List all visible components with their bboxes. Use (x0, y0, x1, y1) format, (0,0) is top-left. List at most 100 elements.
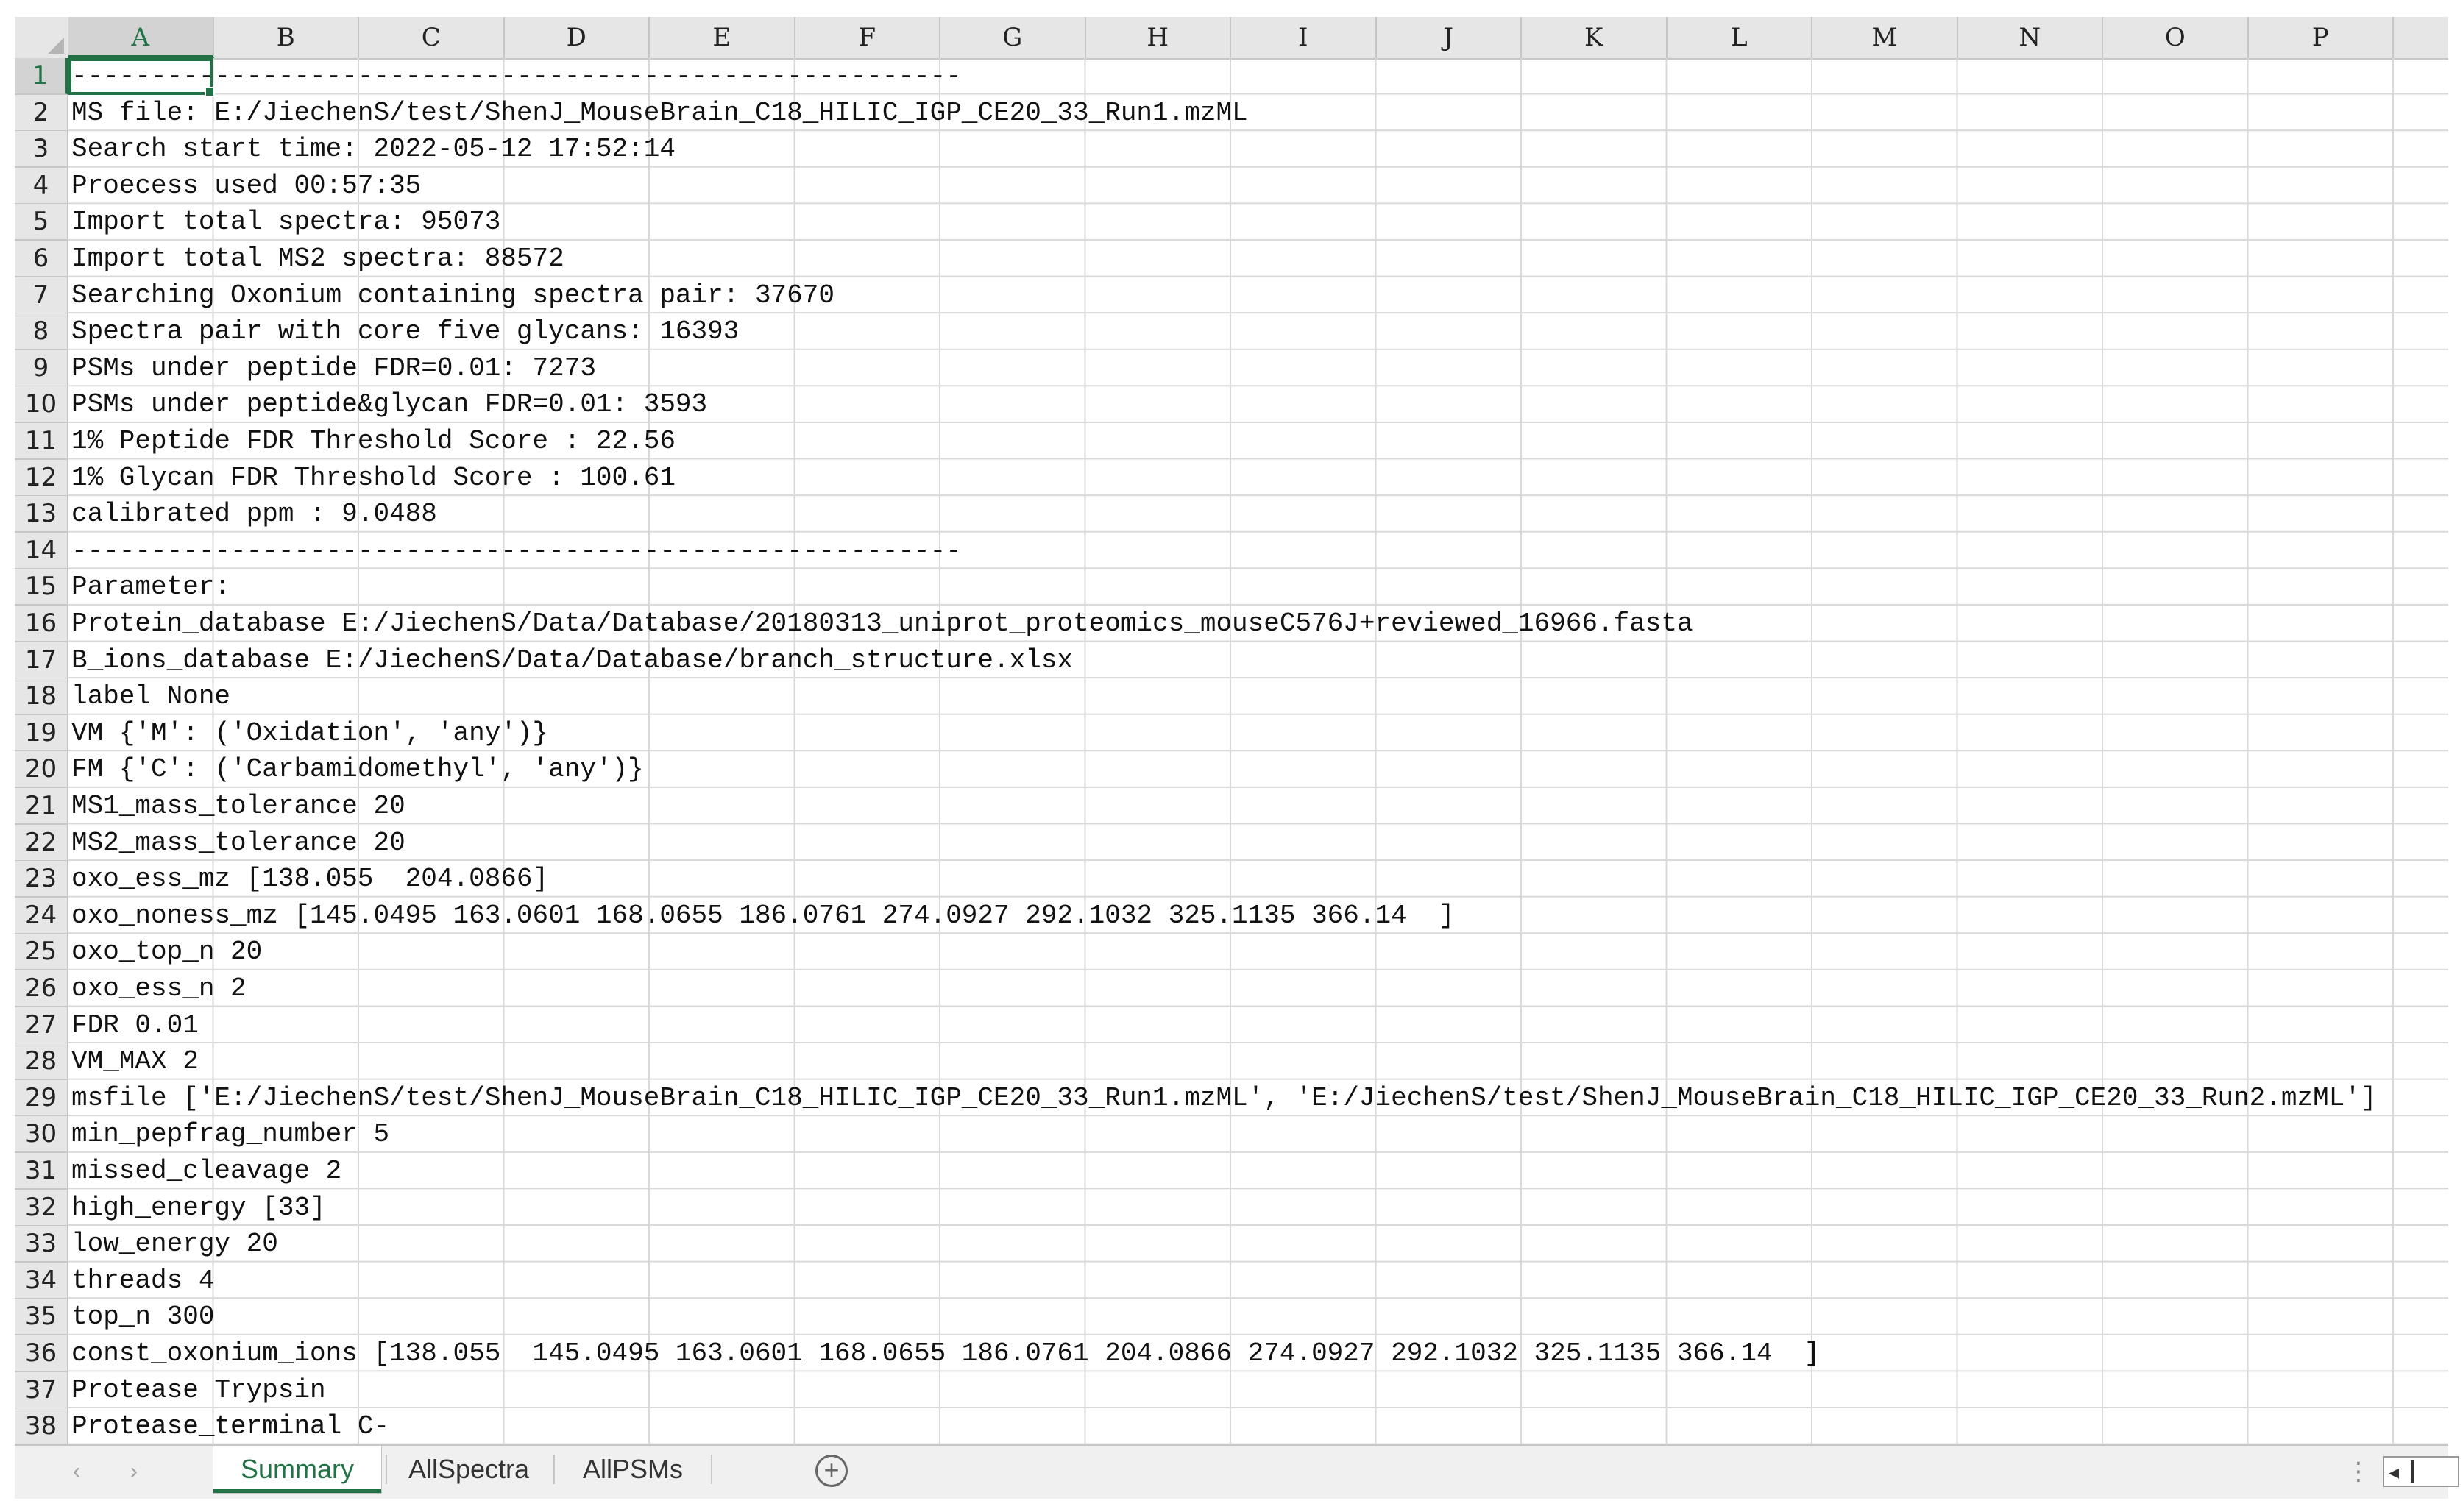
cell-a35[interactable]: top_n 300 (68, 1299, 214, 1335)
row-header-9[interactable]: 9 (15, 349, 68, 387)
row-header-37[interactable]: 37 (15, 1371, 68, 1409)
column-header-d[interactable]: D (505, 17, 650, 58)
next-sheet-arrow-icon[interactable]: › (119, 1453, 149, 1490)
row-header-15[interactable]: 15 (15, 569, 68, 606)
cell-a27[interactable]: FDR 0.01 (68, 1007, 199, 1044)
row-header-4[interactable]: 4 (15, 167, 68, 205)
row-header-2[interactable]: 2 (15, 94, 68, 132)
scroll-thumb[interactable] (2411, 1460, 2414, 1483)
row-header-18[interactable]: 18 (15, 678, 68, 716)
column-header-c[interactable]: C (359, 17, 505, 58)
add-sheet-icon[interactable]: + (815, 1455, 848, 1487)
row-header-1[interactable]: 1 (15, 58, 68, 95)
column-header-f[interactable]: F (795, 17, 940, 58)
row-header-38[interactable]: 38 (15, 1408, 68, 1446)
cell-a34[interactable]: threads 4 (68, 1263, 214, 1299)
column-header-p[interactable]: P (2249, 17, 2394, 58)
cell-a6[interactable]: Import total MS2 spectra: 88572 (68, 241, 564, 277)
row-header-3[interactable]: 3 (15, 131, 68, 168)
row-header-8[interactable]: 8 (15, 313, 68, 351)
cell-a7[interactable]: Searching Oxonium containing spectra pai… (68, 277, 834, 314)
cell-a36[interactable]: const_oxonium_ions [138.055 145.0495 163… (68, 1335, 1820, 1372)
cell-a8[interactable]: Spectra pair with core five glycans: 163… (68, 313, 739, 350)
cell-a9[interactable]: PSMs under peptide FDR=0.01: 7273 (68, 350, 596, 387)
sheet-tab-summary[interactable]: Summary (213, 1446, 381, 1493)
row-header-10[interactable]: 10 (15, 386, 68, 424)
cell-a28[interactable]: VM_MAX 2 (68, 1043, 199, 1080)
cell-a37[interactable]: Protease Trypsin (68, 1372, 326, 1409)
scroll-left-icon[interactable]: ◂ (2389, 1459, 2399, 1486)
cell-a25[interactable]: oxo_top_n 20 (68, 934, 262, 970)
sheet-tab-allpsms[interactable]: AllPSMs (559, 1446, 706, 1493)
cell-a4[interactable]: Proecess used 00:57:35 (68, 168, 421, 205)
row-header-26[interactable]: 26 (15, 970, 68, 1007)
cell-a5[interactable]: Import total spectra: 95073 (68, 204, 500, 241)
cell-a15[interactable]: Parameter: (68, 569, 230, 606)
cell-a31[interactable]: missed_cleavage 2 (68, 1153, 341, 1190)
row-header-19[interactable]: 19 (15, 714, 68, 752)
cell-a14[interactable]: ----------------------------------------… (68, 533, 962, 569)
row-header-16[interactable]: 16 (15, 606, 68, 642)
cell-a26[interactable]: oxo_ess_n 2 (68, 970, 247, 1007)
row-header-35[interactable]: 35 (15, 1299, 68, 1336)
row-header-32[interactable]: 32 (15, 1189, 68, 1227)
cell-a17[interactable]: B_ions_database E:/JiechenS/Data/Databas… (68, 642, 1073, 679)
cell-a33[interactable]: low_energy 20 (68, 1226, 278, 1263)
sheet-tab-allspectra[interactable]: AllSpectra (389, 1446, 549, 1493)
row-header-33[interactable]: 33 (15, 1226, 68, 1263)
row-header-23[interactable]: 23 (15, 861, 68, 898)
row-header-6[interactable]: 6 (15, 241, 68, 277)
row-header-29[interactable]: 29 (15, 1079, 68, 1117)
row-header-21[interactable]: 21 (15, 788, 68, 825)
row-header-22[interactable]: 22 (15, 824, 68, 862)
row-header-13[interactable]: 13 (15, 496, 68, 533)
column-header-l[interactable]: L (1668, 17, 1812, 58)
row-header-17[interactable]: 17 (15, 642, 68, 679)
row-header-30[interactable]: 30 (15, 1116, 68, 1154)
cell-a24[interactable]: oxo_noness_mz [145.0495 163.0601 168.065… (68, 898, 1455, 934)
cell-a16[interactable]: Protein_database E:/JiechenS/Data/Databa… (68, 606, 1693, 642)
row-header-28[interactable]: 28 (15, 1043, 68, 1081)
row-header-12[interactable]: 12 (15, 459, 68, 497)
row-header-27[interactable]: 27 (15, 1007, 68, 1044)
cell-a19[interactable]: VM {'M': ('Oxidation', 'any')} (68, 715, 548, 752)
row-header-24[interactable]: 24 (15, 897, 68, 934)
active-cell-cursor[interactable] (68, 58, 215, 97)
column-header-o[interactable]: O (2103, 17, 2249, 58)
cell-a11[interactable]: 1% Peptide FDR Threshold Score : 22.56 (68, 423, 676, 460)
column-header-h[interactable]: H (1086, 17, 1231, 58)
row-header-11[interactable]: 11 (15, 423, 68, 460)
column-header-k[interactable]: K (1522, 17, 1668, 58)
column-header-j[interactable]: J (1377, 17, 1522, 58)
select-all-corner[interactable] (15, 17, 70, 58)
cell-a30[interactable]: min_pepfrag_number 5 (68, 1116, 389, 1153)
column-header-i[interactable]: I (1231, 17, 1377, 58)
column-header-m[interactable]: M (1812, 17, 1958, 58)
cell-a32[interactable]: high_energy [33] (68, 1190, 326, 1227)
cell-a22[interactable]: MS2_mass_tolerance 20 (68, 825, 405, 862)
prev-sheet-arrow-icon[interactable]: ‹ (62, 1453, 91, 1490)
cell-a2[interactable]: MS file: E:/JiechenS/test/ShenJ_MouseBra… (68, 95, 1248, 132)
horizontal-scrollbar[interactable]: ◂ (2383, 1456, 2459, 1487)
column-header-e[interactable]: E (650, 17, 795, 58)
row-header-14[interactable]: 14 (15, 532, 68, 569)
column-header-b[interactable]: B (214, 17, 359, 58)
row-header-34[interactable]: 34 (15, 1262, 68, 1299)
column-header-n[interactable]: N (1958, 17, 2103, 58)
column-header-a[interactable]: A (68, 17, 214, 58)
row-header-7[interactable]: 7 (15, 277, 68, 314)
cell-a12[interactable]: 1% Glycan FDR Threshold Score : 100.61 (68, 460, 676, 497)
more-options-icon[interactable]: ⋮ (2346, 1453, 2371, 1490)
cell-a20[interactable]: FM {'C': ('Carbamidomethyl', 'any')} (68, 751, 644, 788)
row-header-36[interactable]: 36 (15, 1335, 68, 1372)
cell-a23[interactable]: oxo_ess_mz [138.055 204.0866] (68, 861, 548, 898)
row-header-5[interactable]: 5 (15, 204, 68, 241)
row-header-25[interactable]: 25 (15, 934, 68, 971)
cell-a13[interactable]: calibrated ppm : 9.0488 (68, 496, 437, 533)
cell-a18[interactable]: label None (68, 678, 230, 715)
row-header-20[interactable]: 20 (15, 751, 68, 789)
cell-a21[interactable]: MS1_mass_tolerance 20 (68, 788, 405, 825)
row-header-31[interactable]: 31 (15, 1153, 68, 1190)
cell-a29[interactable]: msfile ['E:/JiechenS/test/ShenJ_MouseBra… (68, 1080, 2377, 1117)
column-header-g[interactable]: G (940, 17, 1086, 58)
